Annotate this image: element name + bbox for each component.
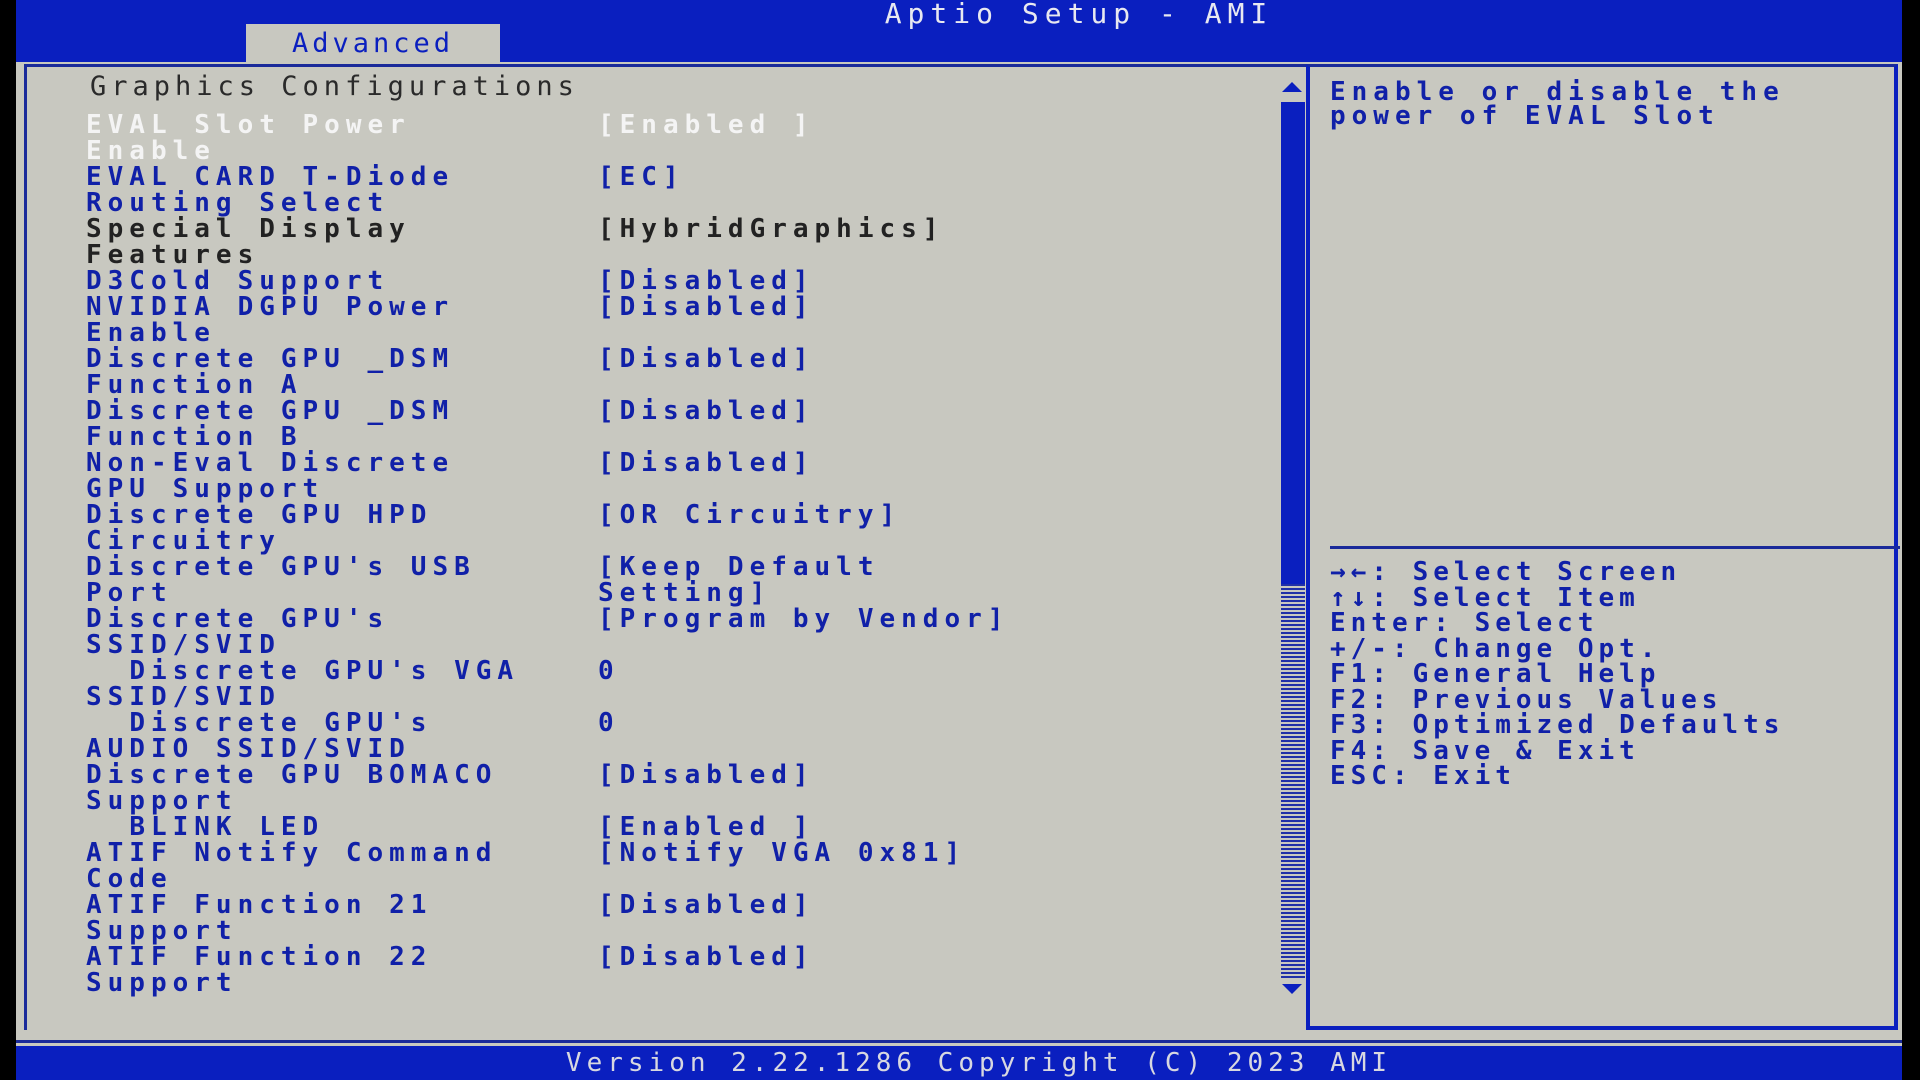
- setting-label: Discrete GPU's USB Port: [86, 552, 476, 608]
- scroll-down-arrow-icon[interactable]: [1282, 984, 1302, 994]
- setting-value[interactable]: [Program by Vendor]: [598, 606, 1158, 632]
- scroll-thumb[interactable]: [1281, 102, 1305, 584]
- setting-label: Discrete GPU BOMACO Support: [86, 760, 498, 816]
- help-description: Enable or disable the power of EVAL Slot: [1330, 77, 1785, 131]
- setting-value[interactable]: [Disabled]: [598, 892, 1158, 918]
- setting-label: Special Display Features: [86, 214, 411, 270]
- setting-row[interactable]: ATIF Function 22 Support [Disabled]: [86, 944, 1246, 996]
- setting-value[interactable]: [EC]: [598, 164, 1158, 190]
- setting-row[interactable]: Non-Eval Discrete GPU Support [Disabled]: [86, 450, 1246, 502]
- setting-label: EVAL Slot Power Enable: [86, 110, 411, 166]
- setting-value[interactable]: [Disabled]: [598, 294, 1158, 320]
- setting-row[interactable]: Discrete GPU's AUDIO SSID/SVID 0: [86, 710, 1246, 762]
- bottom-divider: [16, 1040, 1902, 1043]
- setting-row[interactable]: Discrete GPU BOMACO Support [Disabled]: [86, 762, 1246, 814]
- title-bar: Aptio Setup - AMI Advanced: [16, 0, 1902, 62]
- setting-label: ATIF Notify Command Code: [86, 838, 498, 894]
- version-footer: Version 2.22.1286 Copyright (C) 2023 AMI: [16, 1046, 1902, 1080]
- setting-value[interactable]: [Disabled]: [598, 450, 1158, 476]
- setting-row[interactable]: ATIF Notify Command Code [Notify VGA 0x81…: [86, 840, 1246, 892]
- setting-value[interactable]: 0: [598, 710, 1158, 736]
- key-legend: →←: Select Screen ↑↓: Select Item Enter: S…: [1330, 557, 1900, 791]
- bios-screen: Aptio Setup - AMI Advanced Graphics Conf…: [16, 0, 1902, 1080]
- setting-label: ATIF Function 21 Support: [86, 890, 433, 946]
- key-hint: ESC: Exit: [1330, 761, 1516, 791]
- setting-row[interactable]: Discrete GPU _DSM Function A [Disabled]: [86, 346, 1246, 398]
- setting-row[interactable]: D3Cold Support [Disabled]: [86, 268, 1246, 294]
- setting-value[interactable]: [Disabled]: [598, 346, 1158, 372]
- setting-value: [HybridGraphics]: [598, 214, 945, 244]
- setting-row[interactable]: EVAL CARD T-Diode Routing Select [EC]: [86, 164, 1246, 216]
- setting-row[interactable]: ATIF Function 21 Support [Disabled]: [86, 892, 1246, 944]
- setting-label: Discrete GPU _DSM Function A: [86, 344, 455, 400]
- setting-value[interactable]: [Disabled]: [598, 268, 1158, 294]
- setting-label: Discrete GPU _DSM Function B: [86, 396, 455, 452]
- page-title: Graphics Configurations: [90, 71, 579, 102]
- setting-label: ATIF Function 22 Support: [86, 942, 433, 998]
- setting-row[interactable]: Discrete GPU HPD Circuitry [OR Circuitry]: [86, 502, 1246, 554]
- setting-value[interactable]: [Disabled]: [598, 762, 1158, 788]
- setting-label: NVIDIA DGPU Power Enable: [86, 292, 455, 348]
- setting-label: Non-Eval Discrete GPU Support: [86, 448, 455, 504]
- setting-label: Discrete GPU HPD Circuitry: [86, 500, 433, 556]
- scrollbar[interactable]: [1278, 82, 1306, 994]
- help-divider: [1330, 546, 1900, 549]
- setting-value[interactable]: [OR Circuitry]: [598, 502, 1158, 528]
- setting-row[interactable]: BLINK LED [Enabled ]: [86, 814, 1246, 840]
- tab-advanced[interactable]: Advanced: [246, 24, 500, 62]
- setting-row[interactable]: Discrete GPU's VGA SSID/SVID 0: [86, 658, 1246, 710]
- key-hint: →←: Select Screen: [1330, 557, 1682, 587]
- setting-label: D3Cold Support: [86, 266, 390, 296]
- setting-value[interactable]: [Notify VGA 0x81]: [598, 840, 1158, 866]
- setting-label: EVAL CARD T-Diode Routing Select: [86, 162, 455, 218]
- setting-value[interactable]: [Disabled]: [598, 398, 1158, 424]
- setting-label: Discrete GPU's VGA SSID/SVID: [86, 656, 520, 712]
- key-hint: F1: General Help: [1330, 659, 1661, 689]
- setting-value[interactable]: [Disabled]: [598, 944, 1158, 970]
- setting-row[interactable]: EVAL Slot Power Enable [Enabled ]: [86, 112, 1246, 164]
- setting-row[interactable]: Discrete GPU's SSID/SVID [Program by Vend…: [86, 606, 1246, 658]
- setting-label: Discrete GPU's SSID/SVID: [86, 604, 390, 660]
- key-hint: Enter: Select: [1330, 608, 1599, 638]
- setting-row[interactable]: Discrete GPU's USB Port [Keep Default Set…: [86, 554, 1246, 606]
- scroll-up-arrow-icon[interactable]: [1282, 82, 1302, 92]
- settings-list: EVAL Slot Power Enable [Enabled ] EVAL CAR…: [86, 112, 1246, 996]
- setting-label: Discrete GPU's AUDIO SSID/SVID: [86, 708, 433, 764]
- setting-label: BLINK LED: [86, 812, 325, 842]
- setting-value[interactable]: [Keep Default Setting]: [598, 554, 1158, 606]
- setting-row[interactable]: NVIDIA DGPU Power Enable [Disabled]: [86, 294, 1246, 346]
- setting-row: Special Display Features [HybridGraphics]: [86, 216, 1246, 268]
- setting-value[interactable]: [Enabled ]: [598, 814, 1158, 840]
- key-hint: F3: Optimized Defaults: [1330, 710, 1785, 740]
- setting-value[interactable]: 0: [598, 658, 1158, 684]
- setting-value[interactable]: [Enabled ]: [598, 112, 1158, 138]
- setting-row[interactable]: Discrete GPU _DSM Function B [Disabled]: [86, 398, 1246, 450]
